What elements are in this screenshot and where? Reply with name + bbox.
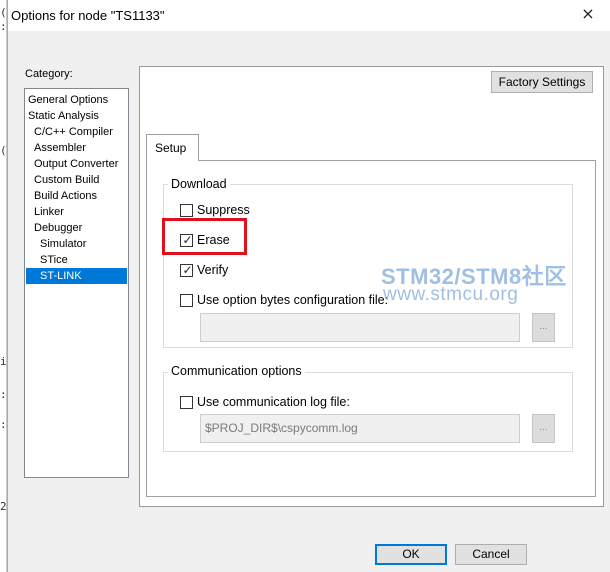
option-bytes-label: Use option bytes configuration file: bbox=[197, 293, 389, 307]
category-item-simulator[interactable]: Simulator bbox=[26, 236, 127, 252]
window-title: Options for node "TS1133" bbox=[11, 8, 165, 23]
editor-glyph: ( bbox=[0, 144, 7, 157]
category-item-output-converter[interactable]: Output Converter bbox=[26, 156, 127, 172]
factory-settings-button[interactable]: Factory Settings bbox=[491, 71, 593, 93]
options-dialog: Options for node "TS1133" × Category: Ge… bbox=[7, 0, 610, 572]
editor-glyph: : bbox=[0, 20, 7, 33]
category-list[interactable]: General Options Static Analysis C/C++ Co… bbox=[24, 88, 129, 478]
title-bar[interactable]: Options for node "TS1133" × bbox=[8, 0, 610, 31]
erase-highlight-box bbox=[162, 218, 247, 255]
cancel-button[interactable]: Cancel bbox=[455, 544, 527, 565]
category-item-custom-build[interactable]: Custom Build bbox=[26, 172, 127, 188]
category-label: Category: bbox=[25, 68, 73, 80]
option-bytes-checkbox[interactable]: Use option bytes configuration file: bbox=[180, 292, 388, 308]
verify-label: Verify bbox=[197, 263, 229, 277]
background-editor-strip: ( : ( i : : 2 bbox=[0, 0, 7, 572]
log-file-checkbox[interactable]: Use communication log file: bbox=[180, 394, 350, 410]
editor-glyph: i bbox=[0, 355, 7, 368]
log-file-path-field[interactable]: $PROJ_DIR$\cspycomm.log bbox=[200, 414, 520, 443]
suppress-label: Suppress bbox=[197, 203, 250, 217]
checkbox-box[interactable] bbox=[180, 293, 193, 307]
category-item-st-link[interactable]: ST-LINK bbox=[26, 268, 127, 284]
log-file-browse-button[interactable]: ... bbox=[532, 414, 555, 443]
category-item-build-actions[interactable]: Build Actions bbox=[26, 188, 127, 204]
editor-glyph: : bbox=[0, 418, 7, 431]
download-group-label: Download bbox=[168, 177, 230, 191]
close-icon[interactable]: × bbox=[580, 6, 596, 22]
checkmark-icon: ✓ bbox=[182, 262, 193, 277]
category-item-general-options[interactable]: General Options bbox=[26, 92, 127, 108]
category-item-linker[interactable]: Linker bbox=[26, 204, 127, 220]
checkbox-box[interactable]: ✓ bbox=[180, 262, 193, 277]
editor-glyph: : bbox=[0, 388, 7, 401]
category-item-stice[interactable]: STice bbox=[26, 252, 127, 268]
watermark-url: www.stmcu.org bbox=[383, 284, 519, 305]
suppress-checkbox[interactable]: Suppress bbox=[180, 202, 250, 218]
option-bytes-browse-button[interactable]: ... bbox=[532, 313, 555, 342]
ok-button[interactable]: OK bbox=[375, 544, 447, 565]
checkbox-box[interactable] bbox=[180, 395, 193, 409]
communication-group-label: Communication options bbox=[168, 364, 305, 378]
editor-glyph: 2 bbox=[0, 500, 7, 513]
category-item-debugger[interactable]: Debugger bbox=[26, 220, 127, 236]
log-file-label: Use communication log file: bbox=[197, 395, 350, 409]
category-item-static-analysis[interactable]: Static Analysis bbox=[26, 108, 127, 124]
tab-setup[interactable]: Setup bbox=[146, 134, 199, 161]
verify-checkbox[interactable]: ✓ Verify bbox=[180, 262, 228, 278]
category-item-assembler[interactable]: Assembler bbox=[26, 140, 127, 156]
editor-glyph: ( bbox=[0, 6, 7, 19]
checkbox-box[interactable] bbox=[180, 203, 193, 217]
option-bytes-path-field[interactable] bbox=[200, 313, 520, 342]
category-item-cpp-compiler[interactable]: C/C++ Compiler bbox=[26, 124, 127, 140]
